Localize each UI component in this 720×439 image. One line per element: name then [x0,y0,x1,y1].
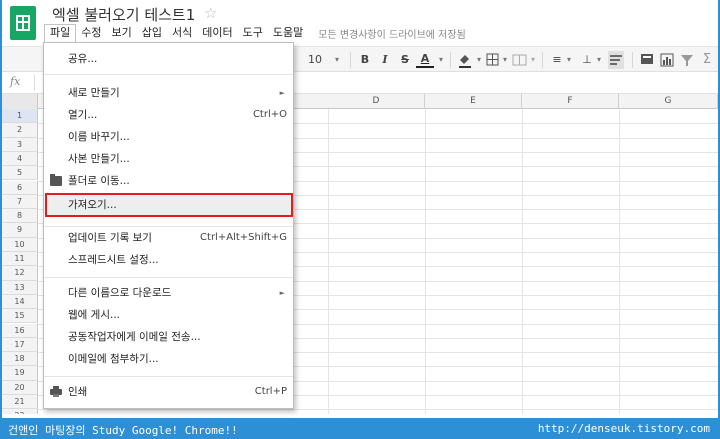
menu-item-share[interactable]: 공유... [44,49,293,69]
italic-button[interactable]: I [376,51,394,69]
menu-help[interactable]: 도움말 [268,24,308,42]
bold-button[interactable]: B [356,51,374,69]
text-color-button[interactable]: A [416,51,434,68]
menu-item-new[interactable]: 새로 만들기 ► [44,83,293,103]
functions-icon[interactable]: Σ [700,51,714,69]
menu-insert[interactable]: 삽입 [137,24,167,42]
column-gridline [522,109,523,414]
menu-item-move-to-folder[interactable]: 폴더로 이동... [44,171,293,191]
menu-format[interactable]: 서식 [167,24,197,42]
row-header[interactable]: 6 [2,180,38,195]
row-header[interactable]: 8 [2,209,38,224]
menu-item-print[interactable]: 인쇄 Ctrl+P [44,382,293,402]
screenshot: 엑셀 불러오기 테스트1 ☆ 파일 수정 보기 삽입 서식 데이터 도구 도움말… [0,0,720,439]
column-gridline [328,109,329,414]
comment-icon[interactable] [640,51,654,69]
row-header[interactable]: 15 [2,309,38,324]
chevron-down-icon[interactable]: ▾ [474,51,484,69]
menu-edit[interactable]: 수정 [76,24,106,42]
menu-view[interactable]: 보기 [107,24,137,42]
save-status[interactable]: 모든 변경사항이 드라이브에 저장됨 [318,26,466,41]
column-header-d[interactable]: D [328,94,425,109]
column-gridline [619,109,620,414]
align-left-icon[interactable]: ≡ [550,51,564,69]
footer-url: http://denseuk.tistory.com [537,422,710,435]
chevron-down-icon[interactable]: ▾ [564,51,574,69]
chevron-down-icon[interactable]: ▾ [332,51,342,69]
row-header[interactable]: 22 [2,409,38,414]
document-title[interactable]: 엑셀 불러오기 테스트1 [52,4,195,25]
row-header[interactable]: 19 [2,366,38,381]
star-icon[interactable]: ☆ [204,4,217,22]
row-gridline [38,409,718,411]
row-header[interactable]: 14 [2,294,38,310]
chevron-down-icon[interactable]: ▾ [500,51,510,69]
column-header-e[interactable]: E [425,94,522,109]
strikethrough-button[interactable]: S [396,51,414,69]
file-menu-dropdown: 공유... 새로 만들기 ► 열기... Ctrl+O 이름 바꾸기... 사본 만… [43,42,294,409]
fill-color-icon[interactable] [457,51,473,69]
merge-cells-icon[interactable] [512,51,528,69]
menu-tools[interactable]: 도구 [238,24,268,42]
row-header[interactable]: 4 [2,151,38,167]
borders-icon[interactable] [486,51,500,69]
menu-item-publish-web[interactable]: 웹에 게시... [44,305,293,325]
row-header[interactable]: 7 [2,194,38,210]
valign-bottom-icon[interactable]: ⊥ [580,51,594,69]
menu-file[interactable]: 파일 [44,24,77,42]
menu-item-revision-history[interactable]: 업데이트 기록 보기 Ctrl+Alt+Shift+G [44,228,293,248]
row-header[interactable]: 21 [2,395,38,410]
chevron-down-icon[interactable]: ▾ [594,51,604,69]
row-header[interactable]: 18 [2,352,38,367]
footer-caption: 건앤인 마팅장의 Study Google! Chrome!! [8,424,238,437]
folder-icon [50,174,62,186]
row-header[interactable]: 12 [2,266,38,281]
row-header[interactable]: 9 [2,223,38,238]
menu-item-email-attachment[interactable]: 이메일에 첨부하기... [44,349,293,369]
row-header[interactable]: 11 [2,252,38,267]
font-size-select[interactable]: 10 [304,51,326,69]
column-gridline [425,109,426,414]
import-highlight-box [45,193,293,217]
wrap-text-icon[interactable] [608,51,624,69]
column-header-g[interactable]: G [619,94,718,109]
menu-item-make-copy[interactable]: 사본 만들기... [44,149,293,169]
fx-label: fx [10,75,21,88]
sheets-logo[interactable] [10,6,36,40]
menu-item-rename[interactable]: 이름 바꾸기... [44,127,293,147]
row-header[interactable]: 2 [2,123,38,138]
row-header[interactable]: 1 [2,109,38,124]
menubar: 파일 수정 보기 삽입 서식 데이터 도구 도움말 모든 변경사항이 드라이브에… [44,24,466,42]
chart-icon[interactable] [660,51,674,69]
footer-banner: 건앤인 마팅장의 Study Google! Chrome!! http://d… [2,418,718,439]
row-header[interactable]: 3 [2,137,38,152]
row-header[interactable]: 16 [2,323,38,338]
chevron-down-icon[interactable]: ▾ [528,51,538,69]
printer-icon [50,386,62,397]
chevron-down-icon[interactable]: ▾ [436,51,446,69]
row-header[interactable]: 10 [2,237,38,252]
submenu-arrow-icon: ► [279,89,285,97]
column-header-f[interactable]: F [522,94,619,109]
row-header[interactable]: 5 [2,166,38,181]
submenu-arrow-icon: ► [279,289,285,297]
row-header[interactable]: 17 [2,337,38,353]
menu-item-email-collaborators[interactable]: 공동작업자에게 이메일 전송... [44,327,293,347]
menu-item-download-as[interactable]: 다른 이름으로 다운로드 ► [44,283,293,303]
select-all-corner[interactable] [2,94,38,109]
row-header[interactable]: 13 [2,280,38,295]
menu-item-spreadsheet-settings[interactable]: 스프레드시트 설정... [44,250,293,270]
menu-data[interactable]: 데이터 [197,24,237,42]
menu-item-open[interactable]: 열기... Ctrl+O [44,105,293,125]
filter-icon[interactable] [680,51,694,69]
row-header[interactable]: 20 [2,380,38,395]
